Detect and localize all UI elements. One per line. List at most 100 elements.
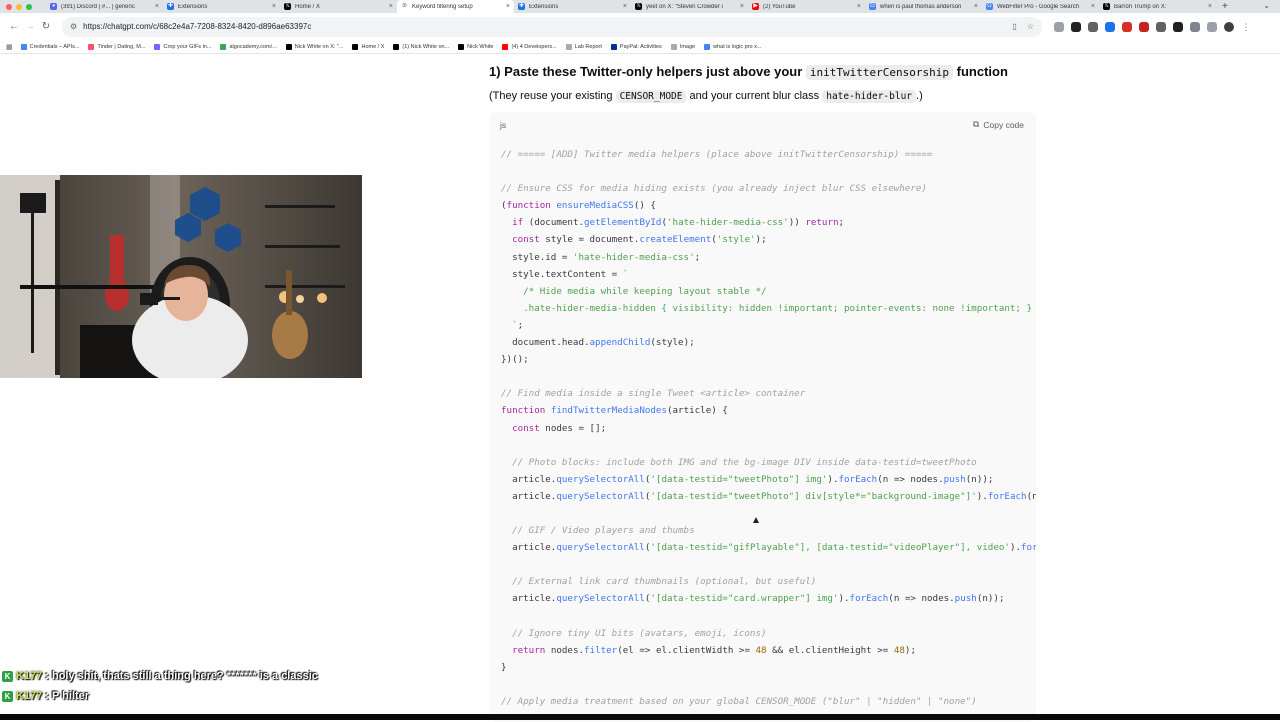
copy-code-button[interactable]: ⧉ Copy code — [973, 119, 1024, 130]
bookmark-item[interactable]: what is logic pro x... — [704, 43, 761, 50]
close-tab-icon[interactable]: × — [155, 3, 159, 10]
close-window-button[interactable] — [6, 3, 12, 10]
extension-icon[interactable] — [1088, 21, 1098, 32]
close-tab-icon[interactable]: × — [1208, 3, 1212, 10]
code-token: (n)); — [965, 473, 994, 485]
extensions-puzzle-icon[interactable] — [1190, 21, 1200, 32]
code-token: appendChild — [589, 337, 651, 349]
tab-title: Barron Trump on X: — [1114, 3, 1167, 10]
code-line: // Ensure CSS for media hiding exists (y… — [501, 180, 1036, 197]
bookmark-item[interactable]: Crop your GIFs in... — [154, 43, 212, 50]
site-info-icon[interactable]: ⚙ — [70, 22, 77, 31]
code-token: push — [943, 473, 966, 485]
bookmark-item[interactable]: (1) Nick White on... — [393, 43, 449, 50]
code-token: ; — [838, 217, 845, 229]
reload-icon[interactable]: ↻ — [38, 21, 54, 32]
code-text[interactable]: // ===== [ADD] Twitter media helpers (pl… — [501, 146, 1036, 710]
puzzle-icon: ✚ — [167, 3, 174, 10]
bookmark-item[interactable]: Nick White on X: "... — [285, 43, 343, 50]
bookmark-item[interactable]: Home / X — [352, 43, 385, 50]
extension-icon[interactable] — [1122, 21, 1132, 32]
code-token: ). — [827, 473, 839, 485]
extension-icon[interactable] — [1156, 21, 1166, 32]
code-line: // Find media inside a single Tweet <art… — [501, 385, 1036, 402]
bookmark-item[interactable]: PayPal: Activities — [610, 43, 662, 50]
bookmark-item[interactable]: Credentials – APIs... — [20, 43, 79, 50]
browser-tab[interactable]: 𝕏 Barron Trump on X: × — [1099, 0, 1216, 13]
code-token: querySelectorAll — [556, 542, 645, 554]
minimize-window-button[interactable] — [16, 3, 22, 10]
forward-icon[interactable]: → — [22, 21, 38, 32]
code-token: 'style' — [716, 234, 756, 246]
extension-icon[interactable] — [1105, 21, 1115, 32]
code-token: (style); — [650, 337, 695, 349]
close-tab-icon[interactable]: × — [389, 3, 393, 10]
extension-icon[interactable] — [1071, 21, 1081, 32]
close-tab-icon[interactable]: × — [272, 3, 276, 10]
bookmark-list: Credentials – APIs... Tinder | Dating, M.… — [20, 43, 761, 50]
new-tab-icon[interactable]: + — [1222, 1, 1228, 12]
back-icon[interactable]: ← — [6, 21, 22, 32]
youtube-icon: ▶ — [752, 3, 759, 10]
code-token: return — [805, 217, 839, 229]
browser-tab[interactable]: ◕ (391) Discord | #... | generic × — [46, 0, 163, 13]
browser-tab[interactable]: ✚ Extensions × — [163, 0, 280, 13]
browser-tab[interactable]: G WebFilter Pro - Google Search × — [982, 0, 1099, 13]
bookmark-item[interactable]: algocademy.com/... — [220, 43, 277, 50]
close-tab-icon[interactable]: × — [623, 3, 627, 10]
browser-tab[interactable]: ✚ Extensions × — [514, 0, 631, 13]
bookmark-star-icon[interactable]: ☆ — [1027, 22, 1034, 31]
heading-text: 1) Paste these Twitter-only helpers just… — [489, 64, 803, 79]
apps-grid-icon[interactable]: ▦ — [6, 43, 13, 51]
url-text[interactable]: https://chatgpt.com/c/68c2e4a7-7208-8324… — [83, 22, 1012, 31]
close-tab-icon[interactable]: × — [857, 3, 861, 10]
browser-tab[interactable]: 𝕏yeet on X: "Steven Crowder i × — [631, 0, 748, 13]
close-tab-icon[interactable]: × — [974, 3, 978, 10]
bookmark-item[interactable]: Image — [670, 43, 695, 50]
webcam-image — [0, 175, 362, 378]
bookmark-item[interactable]: Lab Report — [565, 43, 602, 50]
code-line: article.querySelectorAll('[data-testid="… — [501, 539, 1036, 556]
code-token: const — [512, 234, 540, 246]
tab-search-icon[interactable]: ⌄ — [1263, 1, 1270, 10]
extension-icon[interactable] — [1173, 21, 1183, 32]
bookmark-label: Crop your GIFs in... — [163, 43, 212, 50]
code-token: // ===== [ADD] Twitter media helpers (pl… — [501, 149, 933, 160]
close-tab-icon[interactable]: × — [740, 3, 744, 10]
address-bar[interactable]: ⚙ https://chatgpt.com/c/68c2e4a7-7208-83… — [62, 16, 1042, 37]
browser-tab[interactable]: Gwhen is paul thomas anderson × — [865, 0, 982, 13]
zoom-window-button[interactable] — [26, 3, 32, 10]
bookmark-item[interactable]: Nick White — [458, 43, 493, 50]
side-panel-icon[interactable] — [1207, 21, 1217, 32]
code-line: function findTwitterMediaNodes(article) … — [501, 402, 1036, 419]
stream-chat-overlay: K K177: holy shit, thats still a thing her… — [2, 666, 318, 706]
browser-tab[interactable]: ▶ (2) YouTube × — [748, 0, 865, 13]
bookmark-favicon-icon — [220, 43, 227, 50]
extension-icon[interactable] — [1054, 21, 1064, 32]
extension-icon[interactable] — [1139, 21, 1149, 32]
bookmark-label: Home / X — [361, 43, 385, 50]
code-token: (n => nodes. — [1026, 490, 1036, 502]
page-action-icon[interactable]: ▯ — [1012, 22, 1016, 31]
code-token: findTwitterMediaNodes — [550, 405, 667, 417]
bookmark-item[interactable]: Tinder | Dating, M... — [88, 43, 145, 50]
tab-title: Home / X — [295, 3, 321, 10]
code-token: '[data-testid="card.wrapper"] img' — [650, 593, 839, 605]
bookmark-favicon-icon — [610, 43, 617, 50]
browser-menu-icon[interactable]: ⋮ — [1241, 22, 1251, 32]
code-token: getElementById — [584, 217, 662, 229]
browser-tab[interactable]: ⊛ Keyword filtering setup × — [397, 0, 514, 13]
code-token: // Ignore tiny UI bits (avatars, emoji, … — [501, 627, 767, 639]
profile-avatar-icon[interactable] — [1224, 21, 1234, 32]
code-token: // GIF / Video players and thumbs — [501, 525, 695, 537]
code-token: style.textContent = — [501, 268, 623, 280]
close-tab-icon[interactable]: × — [1091, 3, 1095, 10]
bookmark-item[interactable]: (4) 4 Developers... — [502, 43, 557, 50]
code-token: forEach — [838, 473, 878, 485]
browser-tab[interactable]: 𝕏 Home / X × — [280, 0, 397, 13]
bookmark-favicon-icon — [393, 43, 400, 50]
close-tab-icon[interactable]: × — [506, 3, 510, 10]
